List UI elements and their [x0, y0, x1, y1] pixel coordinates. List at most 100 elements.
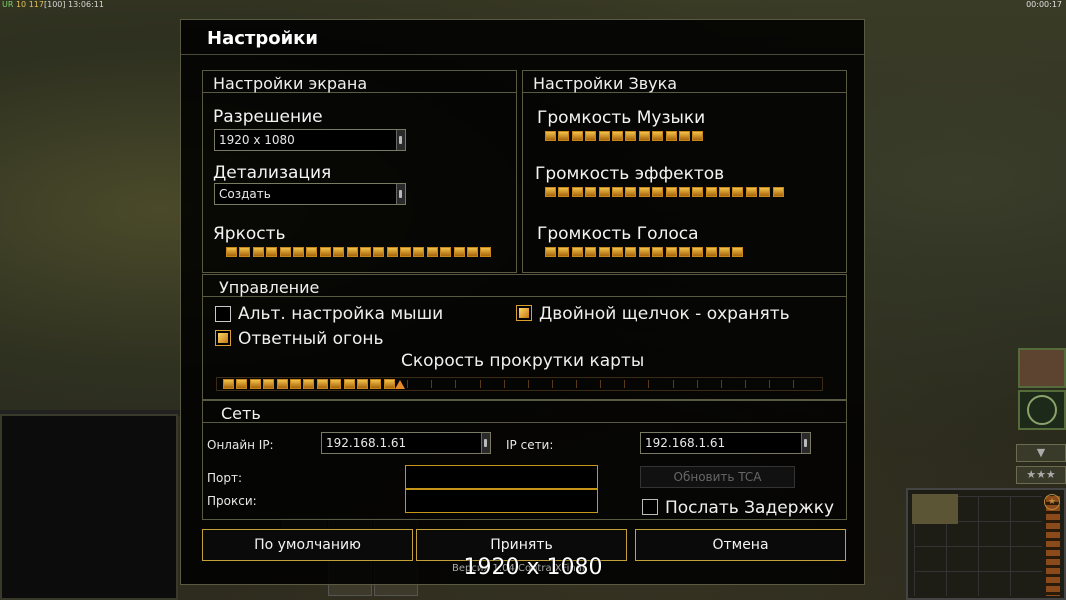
alt-mouse-label: Альт. настройка мыши [238, 304, 444, 324]
dropdown-scroll-icon[interactable] [396, 184, 405, 204]
return-fire-label: Ответный огонь [238, 329, 384, 349]
dropdown-scroll-icon[interactable] [801, 433, 810, 453]
slider-segment [585, 247, 597, 257]
proxy-label: Прокси: [207, 494, 257, 508]
slider-segment [316, 379, 328, 389]
scroll-speed-thumb-icon[interactable] [395, 380, 406, 389]
slider-tick [624, 380, 626, 388]
resolution-label: Разрешение [213, 107, 323, 127]
slider-segment [692, 131, 704, 141]
slider-segment [386, 247, 398, 257]
slider-segment [236, 379, 248, 389]
slider-segment [759, 187, 771, 197]
slider-segment [692, 187, 704, 197]
general-panel [1018, 348, 1066, 432]
slider-segment [665, 131, 677, 141]
resolution-value: 1920 x 1080 [219, 133, 295, 147]
slider-segment [370, 379, 382, 389]
slider-segment [692, 247, 704, 257]
radar-icon[interactable] [1018, 390, 1066, 430]
slider-segment [638, 247, 650, 257]
slider-segment [545, 247, 556, 257]
slider-segment [413, 247, 425, 257]
slider-segment [585, 131, 597, 141]
resolution-dropdown[interactable]: 1920 x 1080 [214, 129, 406, 151]
slider-segment [346, 247, 358, 257]
proxy-input[interactable] [405, 489, 598, 513]
slider-tick [407, 380, 409, 388]
slider-segment [719, 187, 731, 197]
minimap[interactable]: ★ [906, 488, 1066, 600]
slider-tick [769, 380, 770, 388]
slider-tick [503, 380, 505, 388]
slider-tick [696, 380, 698, 388]
alt-mouse-checkbox[interactable] [215, 306, 231, 322]
effects-volume-label: Громкость эффектов [535, 164, 725, 184]
slider-segment [558, 131, 570, 141]
slider-segment [705, 247, 717, 257]
minimap-terrain [912, 494, 958, 524]
slider-segment [732, 187, 744, 197]
lan-ip-value: 192.168.1.61 [645, 436, 726, 450]
chevron-down-icon[interactable]: ▼ [1016, 444, 1066, 462]
slider-segment [611, 247, 623, 257]
online-ip-dropdown[interactable]: 192.168.1.61 [321, 432, 491, 454]
slider-segment [611, 187, 623, 197]
return-fire-checkbox[interactable] [215, 330, 231, 346]
hud-value-b: 117 [28, 0, 44, 9]
slider-segment [625, 187, 637, 197]
slider-segment [545, 131, 556, 141]
dropdown-scroll-icon[interactable] [481, 433, 490, 453]
effects-volume-slider[interactable] [545, 185, 786, 199]
slider-segment [611, 131, 623, 141]
detail-dropdown[interactable]: Создать [214, 183, 406, 205]
slider-segment [665, 187, 677, 197]
slider-tick [455, 380, 457, 388]
scroll-speed-label: Скорость прокрутки карты [401, 351, 645, 371]
resolution-caption: 1920 x 1080 [463, 555, 603, 580]
voice-volume-slider[interactable] [545, 245, 746, 259]
slider-tick [551, 380, 553, 388]
scroll-speed-fill [223, 377, 397, 391]
send-delay-label: Послать Задержку [665, 498, 835, 518]
settings-dialog: Настройки Настройки экрана Разрешение 19… [180, 19, 865, 585]
slider-tick [648, 380, 650, 388]
dropdown-scroll-icon[interactable] [396, 130, 405, 150]
brightness-label: Яркость [213, 224, 286, 244]
slider-segment [772, 187, 784, 197]
music-volume-label: Громкость Музыки [537, 108, 706, 128]
network-heading: Сеть [203, 401, 846, 423]
scroll-speed-slider[interactable] [216, 377, 823, 391]
slider-segment [558, 187, 570, 197]
sound-settings-heading: Настройки Звука [523, 71, 846, 93]
slider-segment [545, 187, 556, 197]
brightness-slider[interactable] [226, 245, 494, 259]
radar-ring-icon [1027, 395, 1057, 425]
update-tca-button[interactable]: Обновить TCA [640, 466, 795, 488]
detail-label: Детализация [213, 163, 332, 183]
slider-segment [383, 379, 395, 389]
slider-tick [600, 380, 602, 388]
slider-segment [467, 247, 479, 257]
slider-tick [527, 380, 529, 388]
screen-settings-section: Настройки экрана Разрешение 1920 x 1080 … [202, 70, 517, 273]
slider-tick [744, 380, 746, 388]
port-input[interactable] [405, 465, 598, 489]
lan-ip-label: IP сети: [506, 438, 554, 452]
sound-settings-section: Настройки Звука Громкость Музыки Громкос… [522, 70, 847, 273]
rank-stars-icon[interactable]: ★★★ [1016, 466, 1066, 484]
slider-segment [558, 247, 570, 257]
slider-segment [652, 247, 664, 257]
music-volume-slider[interactable] [545, 129, 706, 143]
dialog-title: Настройки [207, 28, 319, 49]
lan-ip-dropdown[interactable]: 192.168.1.61 [640, 432, 811, 454]
slider-segment [440, 247, 452, 257]
slider-segment [638, 187, 650, 197]
hud-clock: 13:06:11 [68, 0, 104, 9]
general-portrait[interactable] [1018, 348, 1066, 388]
hud-game-timer: 00:00:17 [1026, 0, 1062, 9]
slider-segment [239, 247, 251, 257]
double-click-checkbox[interactable] [516, 305, 532, 321]
send-delay-checkbox[interactable] [642, 499, 658, 515]
slider-segment [625, 247, 637, 257]
